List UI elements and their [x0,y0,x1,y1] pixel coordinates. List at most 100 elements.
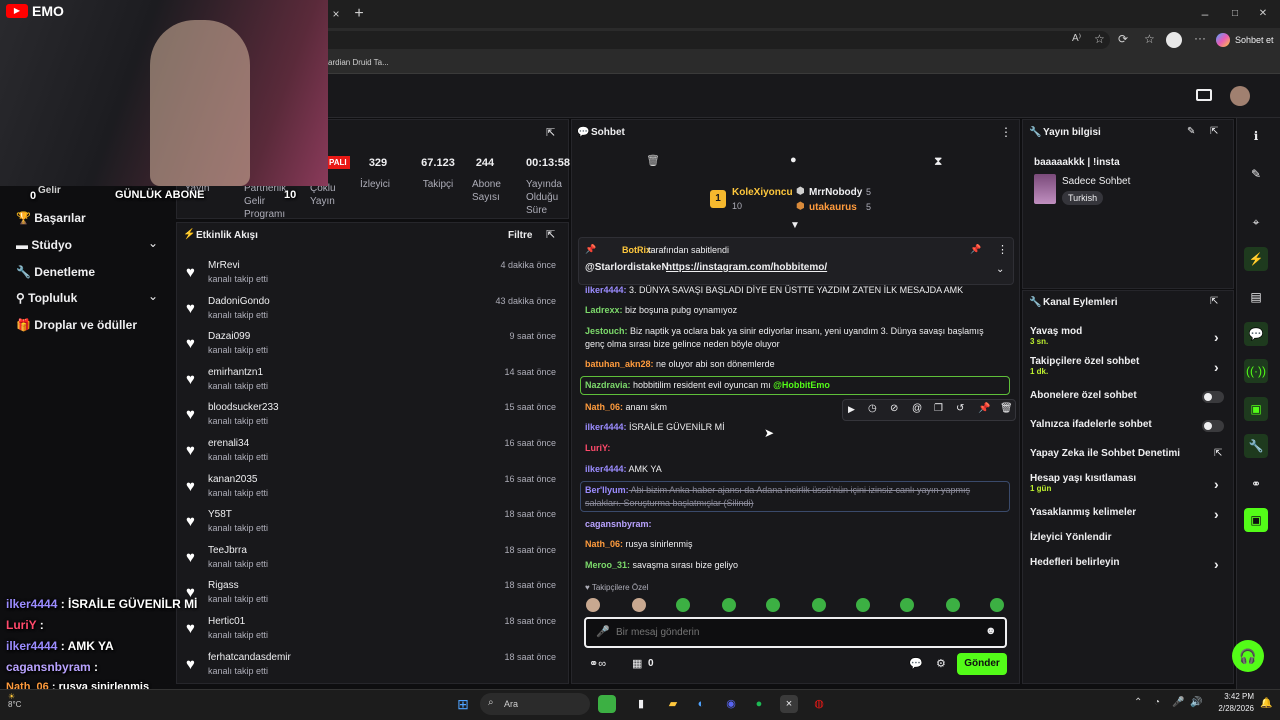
network-icon[interactable]: ◔ [1154,697,1160,708]
unpin-icon[interactable]: 📌 [970,244,981,255]
activity-user[interactable]: Dazai099 [208,331,250,342]
nav-item-topluluk[interactable]: ⚲ Topluluk [16,291,77,305]
chat-message[interactable]: ilker4444: İSRAİLE GÜVENİLR Mİ [585,421,1005,434]
emote-icon[interactable] [946,598,960,612]
chat-username[interactable]: batuhan_akn28: [585,359,654,369]
chat-message[interactable]: batuhan_akn28: ne oluyor abi son dönemle… [585,358,1005,371]
popout-icon[interactable]: ⇱ [1210,126,1218,137]
channel-action-9[interactable]: Hedefleri belirleyin [1030,557,1225,568]
more-menu-icon[interactable]: ··· [1194,31,1206,45]
pencil-icon[interactable]: ✎ [1244,162,1268,186]
settings-gear-icon[interactable]: ⚙ [936,657,946,670]
chevron-right-icon[interactable]: › [1214,476,1219,492]
emote-icon[interactable] [990,598,1004,612]
top-user-name[interactable]: utakaurus [809,202,857,213]
chat-username[interactable]: Jestouch: [585,326,628,336]
edit-pencil-icon[interactable]: ✎ [1187,126,1195,137]
pinned-menu-icon[interactable]: ⋮ [997,243,1008,256]
copilot-icon[interactable] [1216,33,1230,47]
activity-user[interactable]: Rigass [208,580,239,591]
chat-message[interactable]: Ladrexx: biz boşuna pubg oynamıyoz [585,304,1005,317]
chat-menu-icon[interactable]: ⋮ [1000,125,1012,139]
document-icon[interactable]: ▤ [1244,285,1268,309]
channel-action-5[interactable]: Yapay Zeka ile Sohbet Denetimi [1030,448,1225,459]
activity-user[interactable]: erenali34 [208,438,249,449]
microphone-tray-icon[interactable]: 🎤 [1172,697,1184,708]
popout-icon[interactable]: ⇱ [546,126,555,139]
emote-icon[interactable] [900,598,914,612]
chevron-right-icon[interactable]: › [1214,506,1219,522]
activity-user[interactable]: emirhantzn1 [208,367,263,378]
chat-message[interactable]: Meroo_31: savaşma sırası bize geliyo [585,559,1005,572]
expand-chevron-icon[interactable]: ⌄ [996,264,1004,275]
minimize-icon[interactable]: – [1196,2,1214,26]
top-user-name[interactable]: KoleXiyoncu [732,187,793,198]
activity-item[interactable]: ♥ DadoniGondo kanalı takip etti 43 dakika ö… [186,294,560,328]
popout-icon[interactable]: ⇱ [546,228,555,241]
popout-icon[interactable]: ⇱ [1210,296,1218,307]
task-view-icon[interactable]: ▮ [632,695,650,713]
nav-item-droplar[interactable]: 🎁 Droplar ve ödüller [16,318,137,332]
user-avatar[interactable] [1230,86,1250,106]
pin-message-icon[interactable]: 📌 [978,403,990,414]
activity-item[interactable]: ♥ bloodsucker233 kanalı takip etti 15 saat … [186,400,560,434]
chat-message[interactable]: ilker4444: AMK YA [585,463,1005,476]
chat-bubbles-icon[interactable]: 💬 [909,657,923,670]
channel-action-3[interactable]: Abonelere özel sohbet [1030,390,1225,401]
layout-icon[interactable]: ▣ [1244,397,1268,421]
emote-icon[interactable] [722,598,736,612]
ban-icon[interactable]: ⊘ [890,403,898,414]
trash-icon[interactable]: 🗑 [646,154,660,167]
language-tag[interactable]: Turkish [1062,191,1104,205]
play-icon[interactable]: ▶ [848,404,855,415]
read-aloud-icon[interactable]: A⁾ [1072,33,1081,44]
chat-settings-icon[interactable]: ● [790,154,797,166]
activity-item[interactable]: ♥ emirhantzn1 kanalı takip etti 14 saat önc… [186,365,560,399]
activity-user[interactable]: ferhatcandasdemir [208,652,291,663]
emote-icon[interactable] [676,598,690,612]
chat-input[interactable] [616,624,956,640]
activity-user[interactable]: Hertic01 [208,616,245,627]
notification-bell-icon[interactable]: 🔔 [1260,698,1272,709]
copy-icon[interactable]: ❐ [934,403,943,414]
emote-icon[interactable] [856,598,870,612]
close-window-icon[interactable]: ✕ [1254,2,1272,26]
new-tab-button[interactable]: + [350,2,368,26]
favorites-icon[interactable]: ☆ [1144,32,1155,46]
chevron-right-icon[interactable]: › [1214,556,1219,572]
share-icon[interactable]: ⚭ [1244,472,1268,496]
toggle-switch[interactable] [1202,420,1224,432]
spotify-icon[interactable]: ● [750,695,768,713]
clock-date[interactable]: 2/28/2026 [1202,704,1254,713]
nav-item-basarilar[interactable]: 🏆 Başarılar [16,211,86,225]
activity-item[interactable]: ♥ Y58T kanalı takip etti 18 saat önce [186,507,560,541]
tray-up-icon[interactable]: ⌃ [1134,697,1142,708]
channel-action-8[interactable]: İzleyici Yönlendir [1030,532,1225,543]
chat-username[interactable]: Meroo_31: [585,560,630,570]
activity-item[interactable]: ♥ erenali34 kanalı takip etti 16 saat önce [186,436,560,470]
app-icon[interactable]: ▣ [1244,508,1268,532]
collapse-icon[interactable]: ▼ [790,220,800,231]
activity-user[interactable]: kanan2035 [208,474,258,485]
category-name[interactable]: Sadece Sohbet [1062,176,1130,187]
channel-action-1[interactable]: Yavaş mod 3 sn. [1030,326,1225,346]
chevron-down-icon[interactable]: ⌄ [148,236,158,250]
lightning-icon[interactable]: ⚡ [1244,247,1268,271]
clock-time[interactable]: 3:42 PM [1210,692,1254,701]
pinned-by-user[interactable]: BotRix [622,245,651,255]
chat-icon[interactable]: 💬 [1244,322,1268,346]
file-explorer-icon[interactable]: ▰ [664,695,682,713]
chat-username[interactable]: ilker4444: [585,464,627,474]
activity-user[interactable]: MrRevi [208,260,240,271]
nav-item-denetleme[interactable]: 🔧 Denetleme [16,265,95,279]
activity-user[interactable]: DadoniGondo [208,296,270,307]
chat-message[interactable]: Nath_06: rusya sinirlenmiş [585,538,1005,551]
delete-icon[interactable]: 🗑 [1000,403,1013,414]
info-icon[interactable]: ℹ [1244,124,1268,148]
pinned-link[interactable]: https://instagram.com/hobbitemo/ [666,262,827,273]
app-terminal-icon[interactable]: × [780,695,798,713]
chat-username[interactable]: Nath_06: [585,539,623,549]
discord-icon[interactable]: ◉ [722,695,740,713]
tab-close-icon[interactable]: × [328,2,344,26]
copilot-label[interactable]: Sohbet et [1235,35,1274,45]
